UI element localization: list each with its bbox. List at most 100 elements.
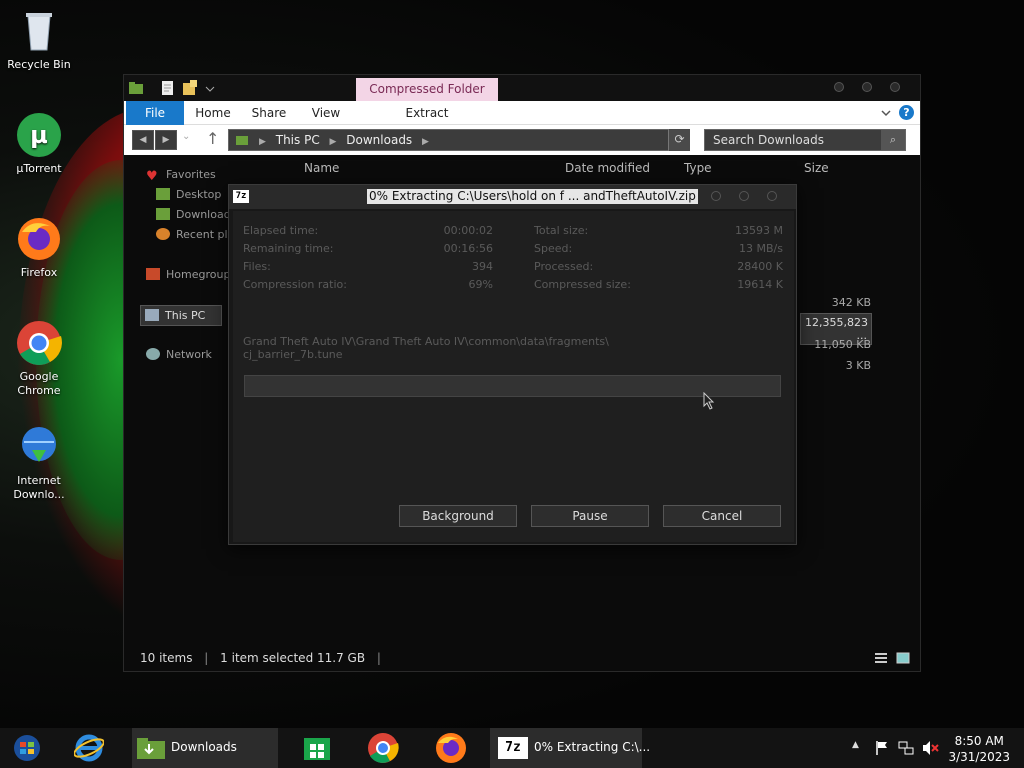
folder-icon xyxy=(129,82,143,94)
desktop-icon-label: Internet Downlo... xyxy=(13,474,65,501)
speed-label: Speed: xyxy=(534,242,573,255)
nav-desktop[interactable]: Desktop xyxy=(156,188,221,201)
search-icon[interactable]: ⌕ xyxy=(881,130,905,150)
windows-start-icon xyxy=(14,735,40,761)
nav-network[interactable]: Network xyxy=(146,348,212,361)
large-icons-view-icon[interactable] xyxy=(896,651,910,665)
clock[interactable]: 8:50 AM 3/31/2023 xyxy=(948,733,1010,765)
customize-qat-icon[interactable] xyxy=(204,80,216,96)
network-icon[interactable] xyxy=(898,740,914,756)
taskbar-7zip-label: 0% Extracting C:\... xyxy=(534,740,651,754)
taskbar-store[interactable] xyxy=(294,728,340,768)
7zip-icon: 7z xyxy=(233,190,249,203)
volume-muted-icon[interactable] xyxy=(922,740,940,756)
utorrent-icon: µ xyxy=(16,112,62,158)
nav-downloads[interactable]: Downloads xyxy=(156,208,236,221)
dialog-titlebar: 7z 0% Extracting C:\Users\hold on f ... … xyxy=(229,185,796,209)
svg-text:µ: µ xyxy=(30,121,48,149)
desktop-icon-internet-download-manager[interactable]: Internet Downlo... xyxy=(4,424,74,502)
total-size-label: Total size: xyxy=(534,224,589,237)
7zip-icon: 7z xyxy=(498,737,528,759)
pause-button[interactable]: Pause xyxy=(531,505,649,527)
column-header-size[interactable]: Size xyxy=(804,161,829,175)
up-arrow-icon[interactable]: ↑ xyxy=(206,129,219,148)
help-icon[interactable]: ? xyxy=(899,105,914,120)
taskbar-chrome[interactable] xyxy=(360,728,406,768)
size-cell: 342 KB xyxy=(831,296,871,309)
address-bar-row: ◀ ▶ ⌄ ↑ ▶ This PC ▶ Downloads ▶ ⟳ Search… xyxy=(124,125,920,155)
maximize-button[interactable] xyxy=(862,82,872,92)
compressed-size-value: 19614 K xyxy=(737,278,783,291)
files-label: Files: xyxy=(243,260,271,273)
processed-value: 28400 K xyxy=(737,260,783,273)
breadcrumb-this-pc[interactable]: This PC xyxy=(276,133,320,147)
background-button[interactable]: Background xyxy=(399,505,517,527)
desktop-icon-firefox[interactable]: Firefox xyxy=(4,216,74,280)
address-input[interactable]: ▶ This PC ▶ Downloads ▶ xyxy=(228,129,690,151)
status-selection: 1 item selected 11.7 GB xyxy=(220,651,366,665)
dialog-maximize-button[interactable] xyxy=(739,191,749,201)
taskbar-firefox[interactable] xyxy=(428,728,474,768)
tab-extract[interactable]: Extract xyxy=(394,101,460,125)
desktop-icon-recycle-bin[interactable]: Recycle Bin xyxy=(4,8,74,72)
firefox-icon xyxy=(436,733,466,763)
desktop-icon-label: µTorrent xyxy=(16,162,62,175)
dialog-close-button[interactable] xyxy=(767,191,777,201)
forward-button[interactable]: ▶ xyxy=(155,130,177,150)
tab-view[interactable]: View xyxy=(310,101,342,125)
recent-locations-icon[interactable]: ⌄ xyxy=(182,131,190,142)
column-header-type[interactable]: Type xyxy=(684,161,712,175)
start-button[interactable] xyxy=(4,728,50,768)
files-value: 394 xyxy=(472,260,493,273)
tab-share[interactable]: Share xyxy=(250,101,288,125)
refresh-button[interactable]: ⟳ xyxy=(668,129,690,151)
action-center-flag-icon[interactable] xyxy=(874,740,890,756)
properties-icon[interactable] xyxy=(160,80,176,96)
current-file-path-line2: cj_barrier_7b.tune xyxy=(243,348,343,361)
cancel-button[interactable]: Cancel xyxy=(663,505,781,527)
show-hidden-icons-button[interactable]: ▲ xyxy=(852,740,859,750)
desktop-icon-label: Firefox xyxy=(20,266,58,279)
breadcrumb-downloads[interactable]: Downloads xyxy=(346,133,412,147)
network-icon xyxy=(146,348,160,360)
downloads-folder-icon xyxy=(156,208,170,220)
compression-ratio-value: 69% xyxy=(468,278,493,291)
progress-bar xyxy=(244,375,781,397)
taskbar-downloads[interactable]: Downloads xyxy=(132,728,278,768)
taskbar-7zip-extract[interactable]: 7z 0% Extracting C:\... xyxy=(490,728,650,768)
mouse-cursor-icon xyxy=(703,392,715,410)
nav-homegroup[interactable]: Homegroup xyxy=(146,268,230,281)
ribbon-expand-icon[interactable] xyxy=(880,107,892,119)
tab-home[interactable]: Home xyxy=(192,101,234,125)
new-folder-icon[interactable] xyxy=(182,80,198,96)
taskbar-internet-explorer[interactable] xyxy=(66,728,112,768)
clock-time: 8:50 AM xyxy=(954,734,1004,748)
tab-compressed-folder-tools[interactable]: Compressed Folder Tools xyxy=(356,78,498,118)
close-button[interactable] xyxy=(890,82,900,92)
dialog-minimize-button[interactable] xyxy=(711,191,721,201)
details-view-icon[interactable] xyxy=(874,651,888,665)
minimize-button[interactable] xyxy=(834,82,844,92)
back-button[interactable]: ◀ xyxy=(132,130,154,150)
homegroup-icon xyxy=(146,268,160,280)
column-header-date-modified[interactable]: Date modified xyxy=(565,161,650,175)
desktop-icon-chrome[interactable]: Google Chrome xyxy=(4,320,74,398)
remaining-time-label: Remaining time: xyxy=(243,242,334,255)
nav-this-pc[interactable]: This PC xyxy=(140,305,222,326)
recycle-bin-icon xyxy=(16,8,62,54)
desktop-icon-utorrent[interactable]: µ µTorrent xyxy=(4,112,74,176)
desktop-icon-label: Recycle Bin xyxy=(7,58,71,71)
column-header-name[interactable]: Name xyxy=(304,161,339,175)
dialog-title: 0% Extracting C:\Users\hold on f ... and… xyxy=(367,189,698,204)
store-icon xyxy=(304,738,330,760)
ribbon: File Home Share View Extract ? xyxy=(124,101,920,125)
search-input[interactable]: Search Downloads ⌕ xyxy=(704,129,906,151)
nav-favorites[interactable]: ♥ Favorites xyxy=(146,168,216,184)
size-cell: 3 KB xyxy=(845,359,871,372)
tab-file[interactable]: File xyxy=(126,101,184,125)
chrome-icon xyxy=(368,733,399,763)
extract-progress-dialog: 7z 0% Extracting C:\Users\hold on f ... … xyxy=(228,184,797,545)
current-file-path: Grand Theft Auto IV\Grand Theft Auto IV\… xyxy=(243,335,643,361)
desktop-icon-label: Google Chrome xyxy=(17,370,61,397)
taskbar-downloads-label: Downloads xyxy=(171,740,237,754)
